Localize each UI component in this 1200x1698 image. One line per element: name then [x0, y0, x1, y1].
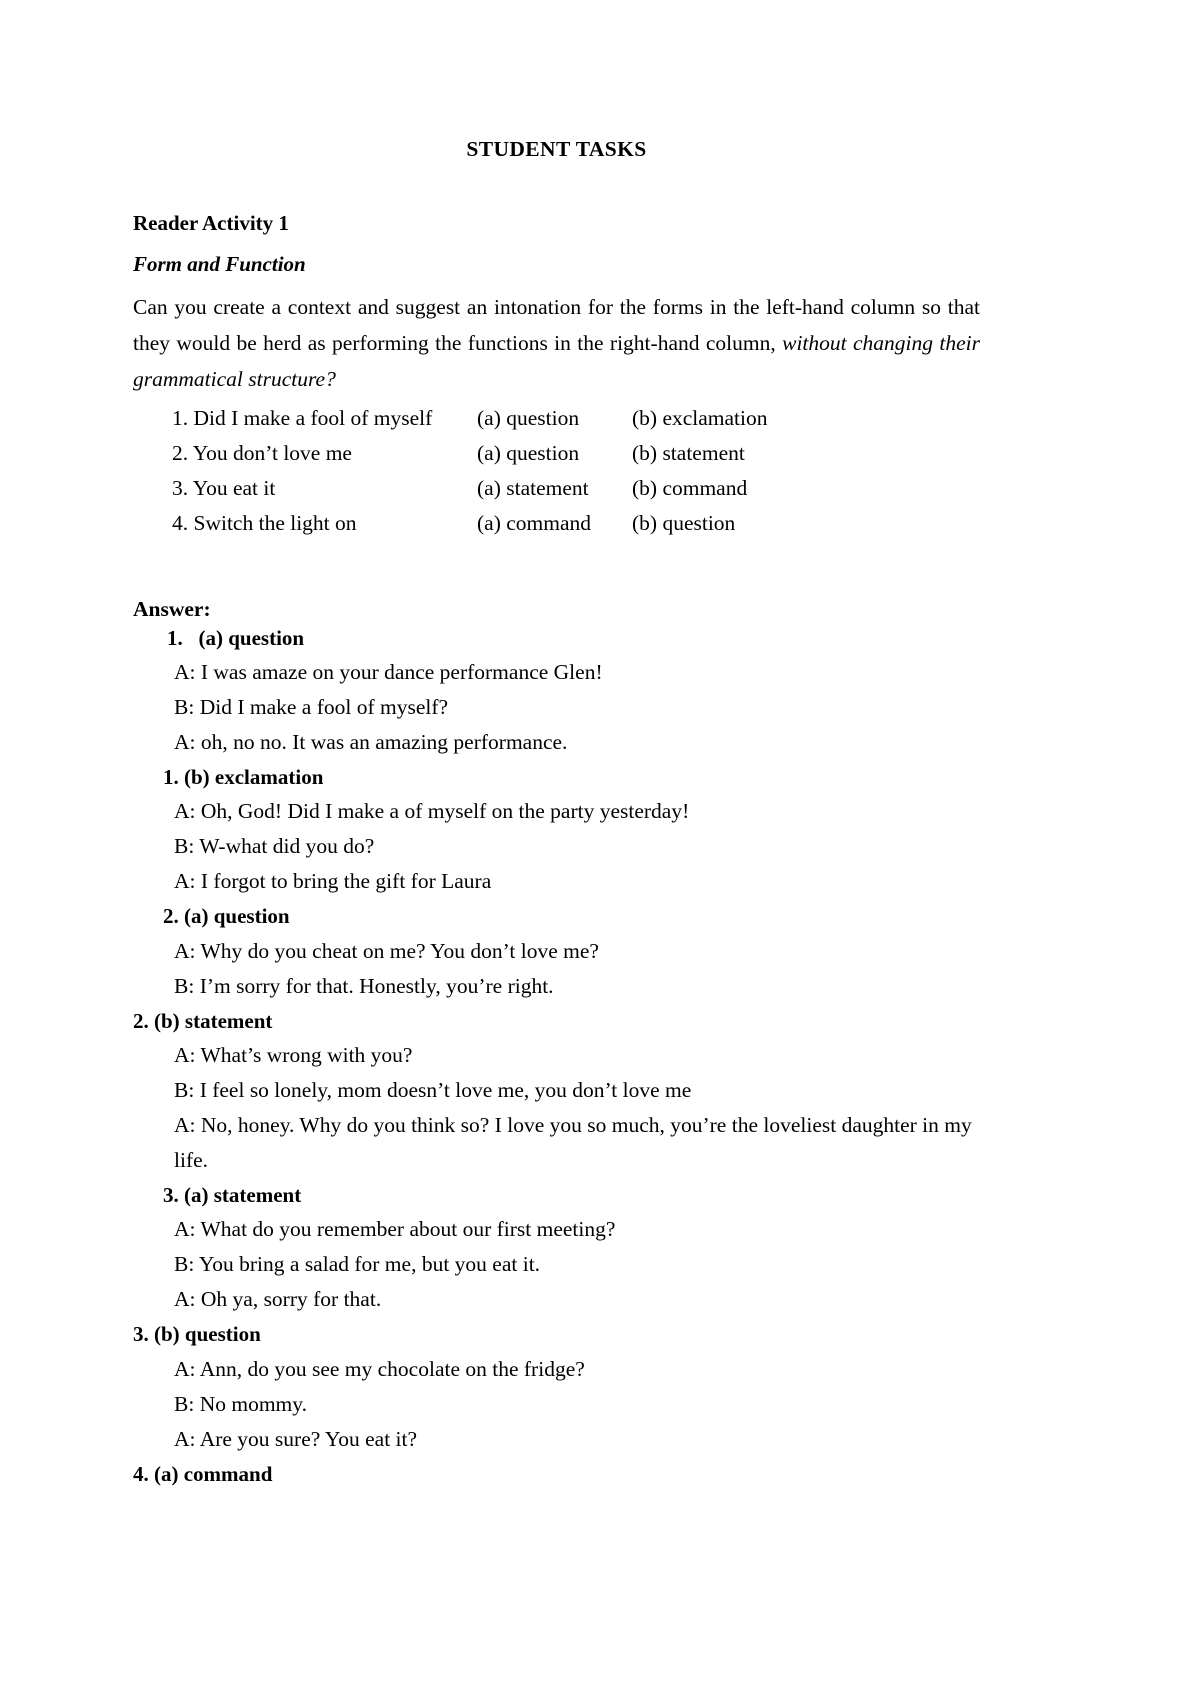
answer-block: 4. (a) command — [133, 1457, 980, 1491]
answer-dialogue-line: B: You bring a salad for me, but you eat… — [174, 1252, 541, 1277]
prompt-option-a[interactable]: (a) question — [477, 401, 632, 436]
answer-dialogue-line: A: No, honey. Why do you think so? I lov… — [174, 1112, 972, 1172]
answer-dialogue-line: A: oh, no no. It was an amazing performa… — [174, 730, 568, 755]
prompt-option-b[interactable]: (b) exclamation — [632, 401, 980, 436]
prompt-row: 2. You don’t love me (a) question (b) stat… — [133, 436, 980, 471]
prompt-option-b[interactable]: (b) command — [632, 471, 980, 506]
instructions-paragraph: Can you create a context and suggest an … — [133, 289, 980, 397]
answer-heading: 2. (a) question — [163, 904, 290, 929]
prompt-option-a[interactable]: (a) statement — [477, 471, 632, 506]
answer-heading: 1. (a) question — [167, 625, 305, 650]
answer-dialogue-line: A: What do you remember about our first … — [174, 1217, 616, 1242]
prompt-form: 1. Did I make a fool of myself — [172, 406, 433, 431]
answer-dialogue-line: A: Are you sure? You eat it? — [174, 1426, 418, 1451]
answer-block: 1. (b) exclamation A: Oh, God! Did I make… — [133, 760, 980, 899]
prompt-row: 1. Did I make a fool of myself (a) questi… — [133, 401, 980, 436]
prompt-row: 3. You eat it (a) statement (b) command — [133, 471, 980, 506]
answer-dialogue-line: B: Did I make a fool of myself? — [174, 695, 449, 719]
page-title: STUDENT TASKS — [466, 137, 647, 161]
answer-dialogue-line: B: W-what did you do? — [174, 834, 375, 859]
prompt-form: 2. You don’t love me — [172, 441, 352, 466]
answer-heading: 4. (a) command — [133, 1461, 273, 1486]
prompt-option-b[interactable]: (b) statement — [632, 436, 980, 471]
answer-heading: 3. (a) statement — [163, 1183, 302, 1207]
answer-block: 2. (b) statement A: What’s wrong with you… — [133, 1004, 980, 1178]
answer-dialogue-line: A: What’s wrong with you? — [174, 1042, 413, 1067]
answer-dialogue-line: B: I’m sorry for that. Honestly, you’re … — [174, 973, 554, 998]
answer-block: 2. (a) question A: Why do you cheat on me… — [133, 899, 980, 1003]
answer-dialogue-line: A: Oh, God! Did I make a of myself on th… — [174, 799, 690, 824]
prompt-option-a[interactable]: (a) command — [477, 506, 632, 541]
answer-label: Answer: — [133, 597, 211, 622]
prompt-option-b[interactable]: (b) question — [632, 506, 980, 541]
activity-subheading: Form and Function — [133, 251, 306, 276]
answer-dialogue-line: A: I was amaze on your dance performance… — [174, 659, 603, 684]
answer-block: 3. (a) statement A: What do you remember … — [133, 1178, 980, 1317]
answers-list: 1. (a) question A: I was amaze on your da… — [133, 621, 980, 1491]
answer-dialogue-line: A: Why do you cheat on me? You don’t lov… — [174, 938, 599, 963]
answer-dialogue-line: B: No mommy. — [174, 1391, 307, 1416]
prompt-row: 4. Switch the light on (a) command (b) que… — [133, 506, 980, 541]
answer-dialogue-line: A: Oh ya, sorry for that. — [174, 1287, 382, 1312]
answer-heading: 2. (b) statement — [133, 1008, 273, 1033]
answer-heading: 1. (b) exclamation — [163, 765, 324, 790]
document-page: STUDENT TASKS Reader Activity 1 Form and… — [0, 0, 1200, 1698]
activity-heading: Reader Activity 1 — [133, 210, 289, 235]
prompt-option-a[interactable]: (a) question — [477, 436, 632, 471]
answer-dialogue-line: B: I feel so lonely, mom doesn’t love me… — [174, 1077, 692, 1102]
prompt-list: 1. Did I make a fool of myself (a) questi… — [133, 401, 980, 541]
answer-block: 3. (b) question A: Ann, do you see my cho… — [133, 1317, 980, 1456]
prompt-form: 4. Switch the light on — [172, 511, 357, 536]
prompt-form: 3. You eat it — [172, 476, 276, 501]
answer-block: 1. (a) question A: I was amaze on your da… — [133, 621, 980, 760]
answer-heading: 3. (b) question — [133, 1322, 261, 1347]
page-content: STUDENT TASKS Reader Activity 1 Form and… — [133, 0, 980, 1491]
answer-dialogue-line: A: Ann, do you see my chocolate on the f… — [174, 1356, 585, 1381]
answer-dialogue-line: A: I forgot to bring the gift for Laura — [174, 869, 492, 894]
